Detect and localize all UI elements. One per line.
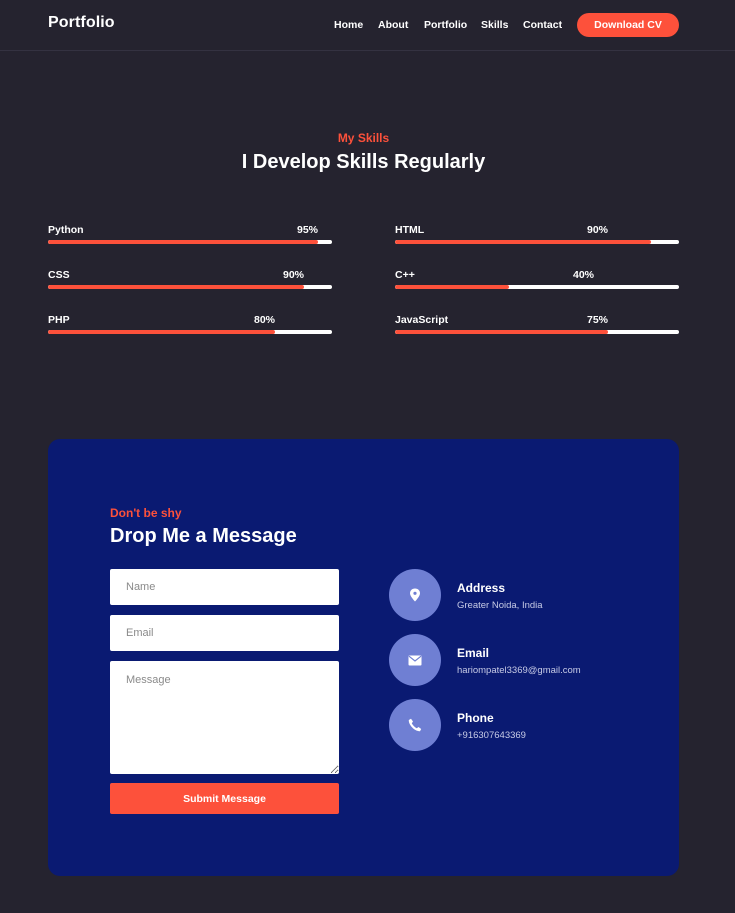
nav-link-skills[interactable]: Skills xyxy=(481,19,508,31)
skill-cpp: C++ 40% xyxy=(395,269,679,299)
skill-name: PHP xyxy=(48,314,70,326)
skill-progress-fill xyxy=(48,330,276,334)
info-value: +916307643369 xyxy=(457,730,526,741)
info-label: Phone xyxy=(457,711,494,725)
contact-info-address: Address Greater Noida, India xyxy=(389,569,649,621)
name-input[interactable] xyxy=(110,569,339,605)
skill-percent: 40% xyxy=(572,269,594,281)
nav-link-about[interactable]: About xyxy=(378,19,408,31)
navbar: Portfolio Home About Portfolio Skills Co… xyxy=(0,0,735,51)
info-label: Email xyxy=(457,646,490,660)
skill-progress-fill xyxy=(395,330,608,334)
skills-title: I Develop Skills Regularly xyxy=(241,151,486,173)
skill-progress-bar xyxy=(48,330,332,334)
skill-percent: 80% xyxy=(253,314,275,326)
contact-title: Drop Me a Message xyxy=(110,525,297,547)
skill-name: Python xyxy=(48,224,84,236)
skill-percent: 95% xyxy=(296,224,318,236)
skill-html: HTML 90% xyxy=(395,224,679,254)
skill-progress-bar xyxy=(48,285,332,289)
info-value: hariompatel3369@gmail.com xyxy=(457,665,581,676)
skill-progress-fill xyxy=(48,240,318,244)
nav-link-portfolio[interactable]: Portfolio xyxy=(424,19,467,31)
skill-progress-fill xyxy=(395,240,651,244)
skill-javascript: JavaScript 75% xyxy=(395,314,679,344)
skill-progress-fill xyxy=(395,285,509,289)
skill-name: C++ xyxy=(395,269,415,281)
location-pin-icon xyxy=(389,569,441,621)
skill-css: CSS 90% xyxy=(48,269,332,299)
skill-progress-bar xyxy=(395,285,679,289)
skill-progress-bar xyxy=(395,330,679,334)
contact-subtitle: Don't be shy xyxy=(110,506,182,520)
skill-python: Python 95% xyxy=(48,224,332,254)
skill-progress-bar xyxy=(48,240,332,244)
nav-link-contact[interactable]: Contact xyxy=(523,19,562,31)
skills-subtitle: My Skills xyxy=(337,131,390,145)
email-input[interactable] xyxy=(110,615,339,651)
contact-info-email: Email hariompatel3369@gmail.com xyxy=(389,634,649,686)
message-textarea[interactable] xyxy=(110,661,339,774)
skill-percent: 90% xyxy=(282,269,304,281)
skill-percent: 75% xyxy=(586,314,608,326)
phone-icon xyxy=(389,699,441,751)
contact-info-phone: Phone +916307643369 xyxy=(389,699,649,751)
info-label: Address xyxy=(457,581,506,595)
skill-name: CSS xyxy=(48,269,70,281)
skill-name: JavaScript xyxy=(395,314,449,326)
envelope-icon xyxy=(389,634,441,686)
skill-name: HTML xyxy=(395,224,425,236)
skill-progress-bar xyxy=(395,240,679,244)
skill-php: PHP 80% xyxy=(48,314,332,344)
logo[interactable]: Portfolio xyxy=(48,14,115,32)
skill-progress-fill xyxy=(48,285,304,289)
submit-message-button[interactable]: Submit Message xyxy=(110,783,339,814)
contact-card: Don't be shy Drop Me a Message Submit Me… xyxy=(48,439,679,876)
info-value: Greater Noida, India xyxy=(457,600,543,611)
skill-percent: 90% xyxy=(586,224,608,236)
download-cv-button[interactable]: Download CV xyxy=(577,13,679,37)
nav-link-home[interactable]: Home xyxy=(334,19,363,31)
